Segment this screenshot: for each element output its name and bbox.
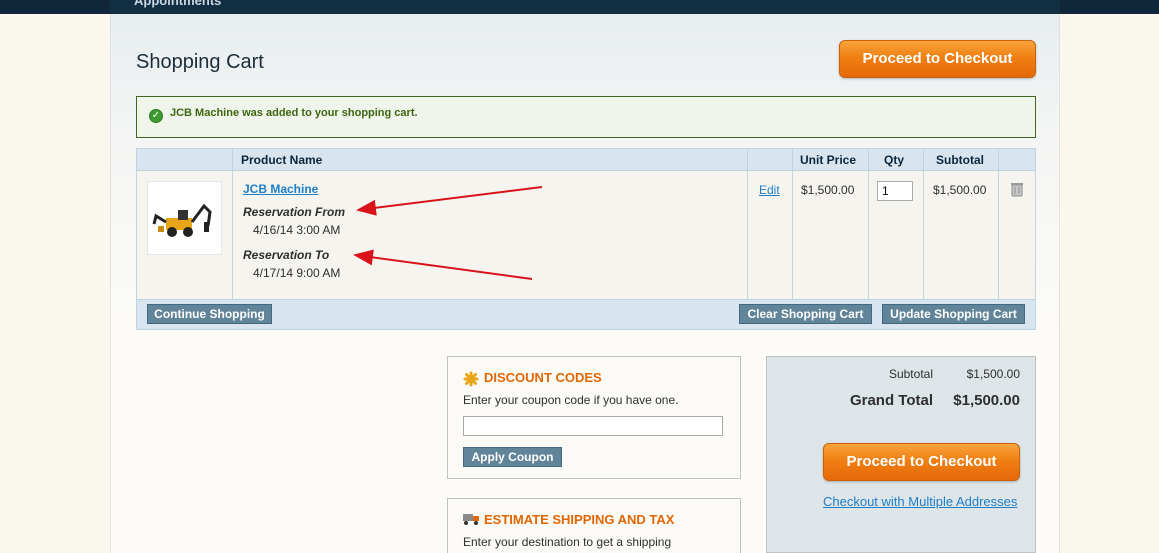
nav-item-appointments[interactable]: Appointments [134, 0, 221, 8]
option-label-reservation-to: Reservation To [243, 248, 330, 262]
discount-codes-box: DISCOUNT CODES Enter your coupon code if… [447, 356, 741, 479]
estimate-shipping-text: Enter your destination to get a shipping [463, 535, 672, 549]
option-label-reservation-from: Reservation From [243, 205, 346, 219]
proceed-to-checkout-button-top[interactable]: Proceed to Checkout [839, 40, 1036, 78]
remove-item-icon[interactable] [1010, 182, 1024, 197]
header-unit-price: Unit Price [800, 153, 857, 167]
update-shopping-cart-button[interactable]: Update Shopping Cart [882, 304, 1025, 324]
truck-icon [463, 514, 479, 525]
edit-item-link[interactable]: Edit [759, 183, 780, 197]
column-divider [998, 149, 999, 299]
column-divider [868, 149, 869, 299]
grand-total-label: Grand Total [849, 392, 933, 409]
continue-shopping-button[interactable]: Continue Shopping [147, 304, 272, 324]
column-divider [232, 149, 233, 299]
success-message-text: JCB Machine was added to your shopping c… [170, 107, 418, 119]
estimate-shipping-title: ESTIMATE SHIPPING AND TAX [484, 512, 675, 527]
grand-total-value: $1,500.00 [953, 392, 1020, 409]
discount-codes-title: DISCOUNT CODES [484, 370, 602, 385]
totals-subtotal-value: $1,500.00 [966, 367, 1020, 381]
option-value-reservation-to: 4/17/14 9:00 AM [253, 266, 341, 280]
success-check-icon: ✓ [149, 109, 163, 123]
header-product-name: Product Name [241, 153, 323, 167]
page-title: Shopping Cart [136, 51, 264, 73]
option-value-reservation-from: 4/16/14 3:00 AM [253, 223, 341, 237]
header-subtotal: Subtotal [936, 153, 984, 167]
product-name-link[interactable]: JCB Machine [243, 182, 318, 196]
checkout-multiple-addresses-link[interactable]: Checkout with Multiple Addresses [823, 494, 1017, 509]
column-divider [747, 149, 748, 299]
product-thumbnail[interactable] [147, 181, 222, 255]
nav-inner: Appointments [110, 0, 1060, 14]
clear-shopping-cart-button[interactable]: Clear Shopping Cart [739, 304, 872, 324]
top-navigation-bar: Appointments [0, 0, 1159, 14]
backhoe-loader-image [152, 203, 212, 237]
qty-input[interactable] [877, 181, 913, 201]
cart-totals: Subtotal $1,500.00 Grand Total $1,500.00… [766, 356, 1036, 553]
estimate-shipping-box: ESTIMATE SHIPPING AND TAX Enter your des… [447, 498, 741, 553]
main-content: Shopping Cart Proceed to Checkout ✓ JCB … [110, 14, 1060, 553]
subtotal-value: $1,500.00 [933, 183, 987, 197]
success-message: ✓ JCB Machine was added to your shopping… [136, 96, 1036, 138]
column-divider [792, 149, 793, 299]
unit-price-value: $1,500.00 [801, 183, 855, 197]
discount-icon [463, 371, 479, 387]
cart-table-footer: Continue Shopping Clear Shopping Cart Up… [137, 299, 1035, 329]
header-qty: Qty [884, 153, 905, 167]
apply-coupon-button[interactable]: Apply Coupon [463, 447, 562, 467]
column-divider [923, 149, 924, 299]
totals-subtotal-label: Subtotal [888, 367, 933, 381]
discount-codes-text: Enter your coupon code if you have one. [463, 393, 679, 407]
proceed-to-checkout-button[interactable]: Proceed to Checkout [823, 443, 1020, 481]
cart-table: Product Name Unit Price Qty Subtotal JCB… [136, 148, 1036, 330]
coupon-code-input[interactable] [463, 416, 723, 436]
